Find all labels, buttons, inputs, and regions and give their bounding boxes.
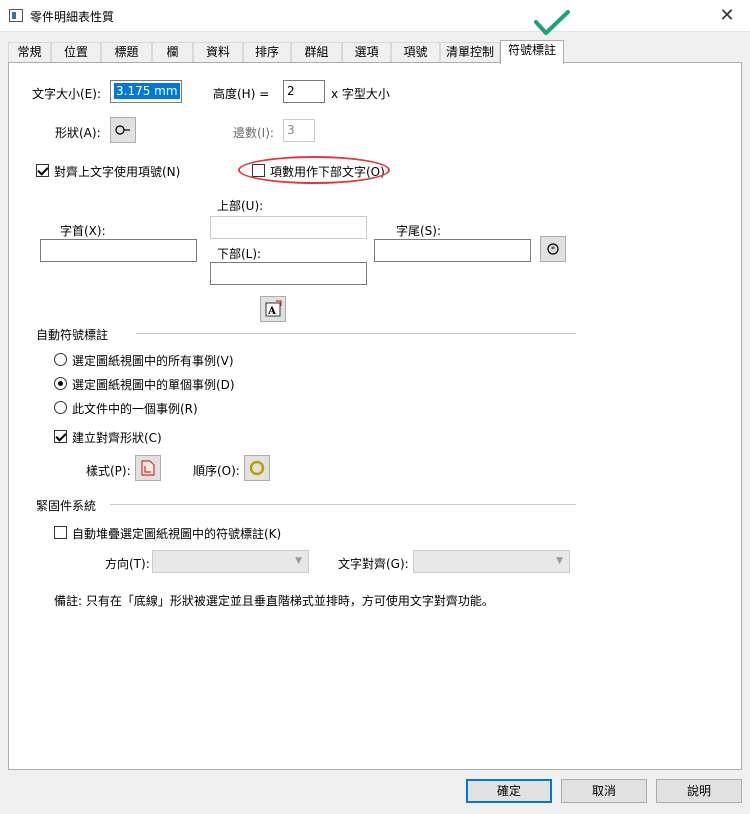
- symbol-icon: *: [547, 243, 559, 255]
- tab-column[interactable]: 欄: [152, 42, 193, 63]
- direction-dropdown[interactable]: ▼: [152, 550, 309, 573]
- style-label: 樣式(P):: [86, 464, 131, 478]
- prefix-input[interactable]: [40, 239, 197, 262]
- tab-options[interactable]: 選項: [342, 42, 391, 63]
- sides-label: 邊數(I):: [233, 126, 274, 140]
- order-label: 順序(O):: [193, 464, 240, 478]
- cancel-button[interactable]: 取消: [561, 779, 647, 803]
- auto-stack-checkbox[interactable]: [54, 526, 67, 539]
- align-upper-label: 對齊上文字使用項號(N): [54, 165, 181, 179]
- radio-all-instances[interactable]: [54, 353, 67, 366]
- prefix-label: 字首(X):: [60, 224, 106, 238]
- height-label: 高度(H) =: [213, 87, 270, 101]
- highlight-oval: [238, 156, 390, 184]
- ok-button[interactable]: 確定: [466, 779, 552, 803]
- height-suffix: x 字型大小: [331, 87, 390, 101]
- auto-stack-label: 自動堆疊選定圖紙視圖中的符號標註(K): [72, 527, 282, 541]
- tab-general[interactable]: 常規: [8, 42, 51, 63]
- close-button[interactable]: ✕: [712, 3, 742, 29]
- order-icon: [249, 460, 265, 476]
- lower-label: 下部(L):: [217, 247, 262, 261]
- suffix-input[interactable]: [374, 239, 531, 262]
- fastener-divider: [110, 504, 576, 505]
- circle-balloon-icon: [115, 125, 130, 135]
- tab-balloon[interactable]: 符號標註: [500, 40, 564, 64]
- chevron-down-icon: ▼: [295, 556, 302, 566]
- text-format-button[interactable]: A: [260, 296, 286, 322]
- tab-sort[interactable]: 排序: [243, 42, 291, 63]
- align-upper-checkbox[interactable]: [36, 164, 49, 177]
- sides-input[interactable]: 3: [283, 119, 315, 142]
- radio-single-instance-label: 選定圖紙視圖中的單個事例(D): [72, 378, 235, 392]
- create-align-checkbox[interactable]: [54, 430, 67, 443]
- note-text: 備註: 只有在「底線」形狀被選定並且垂直階梯式並排時，方可使用文字對齊功能。: [54, 594, 494, 608]
- tab-title[interactable]: 標題: [101, 42, 152, 63]
- shape-label: 形狀(A):: [55, 126, 101, 140]
- text-align-dropdown[interactable]: ▼: [413, 550, 570, 573]
- fastener-header: 緊固件系統: [36, 499, 97, 513]
- upper-input[interactable]: [210, 216, 367, 239]
- tab-group[interactable]: 群組: [291, 42, 342, 63]
- upper-label: 上部(U):: [217, 199, 264, 213]
- auto-balloon-header: 自動符號標註: [36, 328, 109, 342]
- tab-position[interactable]: 位置: [51, 42, 101, 63]
- svg-text:*: *: [551, 245, 555, 254]
- style-button[interactable]: [135, 455, 161, 481]
- order-button[interactable]: [244, 455, 270, 481]
- help-button[interactable]: 說明: [656, 779, 742, 803]
- create-align-label: 建立對齊形狀(C): [72, 431, 162, 445]
- auto-balloon-divider: [136, 333, 576, 334]
- window-title: 零件明細表性質: [30, 10, 115, 24]
- text-align-label: 文字對齊(G):: [338, 557, 409, 571]
- tab-list-control[interactable]: 清單控制: [440, 42, 500, 63]
- text-format-icon: A: [265, 300, 282, 317]
- shape-button[interactable]: [110, 117, 136, 143]
- text-size-input[interactable]: 3.175 mm: [110, 80, 182, 103]
- radio-all-instances-label: 選定圖紙視圖中的所有事例(V): [72, 354, 234, 368]
- height-input[interactable]: 2: [283, 80, 325, 103]
- radio-one-in-document[interactable]: [54, 401, 67, 414]
- chevron-down-icon: ▼: [556, 556, 563, 566]
- tab-item-number[interactable]: 項號: [391, 42, 440, 63]
- radio-one-in-document-label: 此文件中的一個事例(R): [72, 402, 198, 416]
- lower-input[interactable]: [210, 262, 367, 285]
- text-size-value: 3.175 mm: [114, 83, 180, 99]
- direction-label: 方向(T):: [105, 557, 150, 571]
- radio-single-instance[interactable]: [54, 377, 67, 390]
- tab-data[interactable]: 資料: [193, 42, 243, 63]
- style-icon: [141, 460, 155, 476]
- text-size-label: 文字大小(E):: [32, 87, 101, 101]
- symbol-button[interactable]: *: [540, 236, 566, 262]
- window-icon: [9, 9, 23, 22]
- svg-text:A: A: [267, 306, 276, 317]
- checkmark-icon: [534, 10, 570, 35]
- suffix-label: 字尾(S):: [396, 224, 442, 238]
